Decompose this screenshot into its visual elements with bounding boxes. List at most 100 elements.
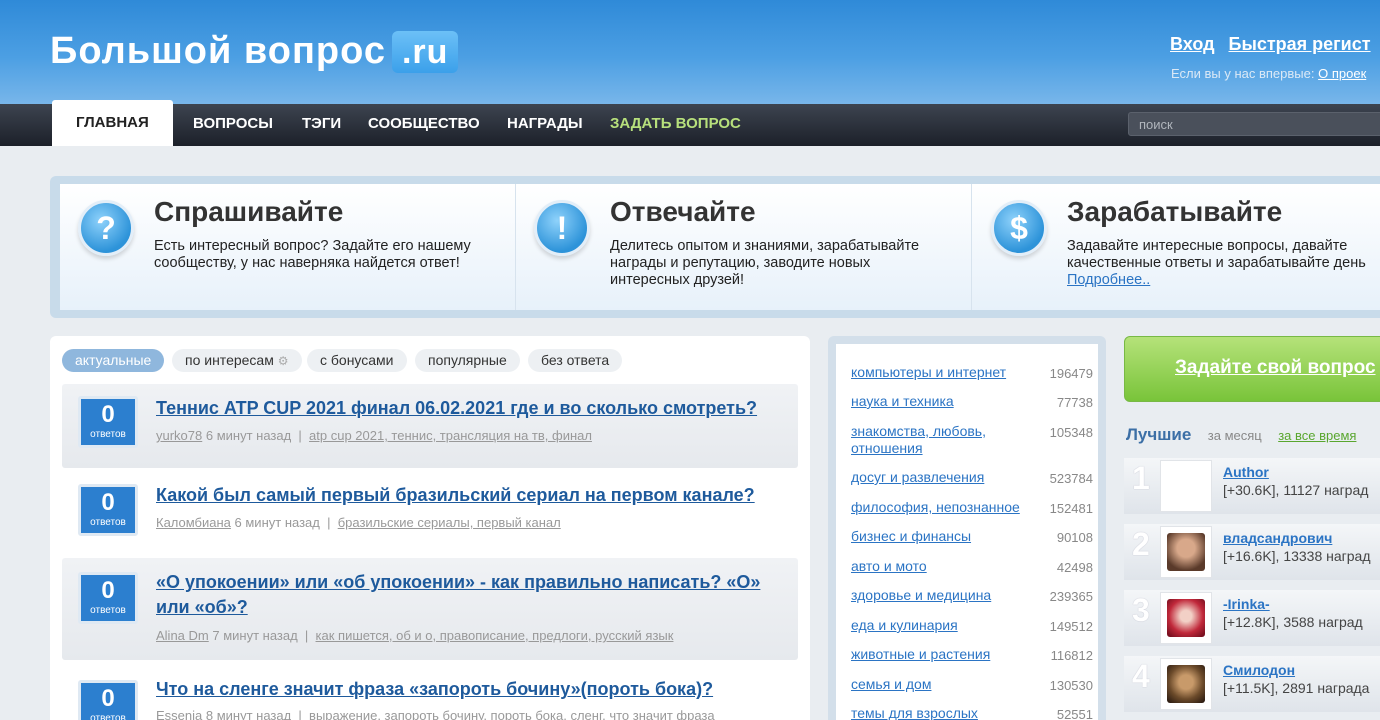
category-item: еда и кулинария 149512 (851, 617, 1093, 634)
category-link[interactable]: здоровье и медицина (851, 587, 991, 604)
nav-ask-question[interactable]: ЗАДАТЬ ВОПРОС (610, 104, 741, 146)
promo-title: Зарабатывайте (1067, 196, 1283, 227)
avatar[interactable] (1160, 592, 1212, 644)
category-count: 196479 (1049, 366, 1093, 381)
question-time: 6 минут назад (234, 515, 320, 530)
about-project-link[interactable]: О проек (1318, 66, 1366, 81)
user-name-link[interactable]: Смилодон (1223, 662, 1295, 678)
nav-awards[interactable]: НАГРАДЫ (507, 104, 583, 146)
category-item: авто и мото 42498 (851, 558, 1093, 575)
answer-count-badge: 0 ответов (78, 680, 138, 720)
category-item: досуг и развлечения 523784 (851, 469, 1093, 486)
category-link[interactable]: авто и мото (851, 558, 927, 575)
question-tags[interactable]: как пишется, об и о, правописание, предл… (316, 628, 674, 643)
author-link[interactable]: Каломбиана (156, 515, 231, 530)
logo-text: Большой вопрос (50, 30, 386, 72)
nav-community[interactable]: СООБЩЕСТВО (368, 104, 480, 146)
promo-text-wrap: Задавайте интересные вопросы, давайте ка… (1067, 238, 1380, 289)
user-stats: [+16.6K], 13338 наград (1223, 548, 1371, 564)
period-all-time[interactable]: за все время (1278, 428, 1356, 443)
question-tags[interactable]: бразильские сериалы, первый канал (338, 515, 561, 530)
category-link[interactable]: наука и техника (851, 393, 954, 410)
question-title-link[interactable]: Какой был самый первый бразильский сериа… (156, 483, 796, 508)
promo-ask: ? Спрашивайте Есть интересный вопрос? За… (60, 184, 516, 310)
promo-banner: ? Спрашивайте Есть интересный вопрос? За… (50, 176, 1380, 318)
avatar-image (1167, 599, 1205, 637)
best-user-card: 4 Смилодон [+11.5K], 2891 награда (1124, 656, 1380, 712)
user-stats: [+30.6K], 11127 наград (1223, 482, 1369, 498)
filter-bonuses[interactable]: с бонусами (307, 349, 407, 372)
question-title-link[interactable]: Теннис ATP CUP 2021 финал 06.02.2021 где… (156, 396, 796, 421)
author-link[interactable]: yurko78 (156, 428, 202, 443)
author-link[interactable]: Alina Dm (156, 628, 209, 643)
question-meta: Essenia 8 минут назад | выражение, запор… (156, 708, 715, 720)
first-visit-note: Если вы у нас впервые: О проек (1171, 66, 1366, 81)
best-user-card: 2 владсандрович [+16.6K], 13338 наград (1124, 524, 1380, 580)
nav-tags[interactable]: ТЭГИ (302, 104, 341, 146)
user-rank: 4 (1132, 658, 1150, 694)
category-count: 105348 (1049, 425, 1093, 440)
filter-unanswered[interactable]: без ответа (528, 349, 623, 372)
category-count: 116812 (1050, 648, 1093, 663)
nav-home[interactable]: ГЛАВНАЯ (52, 100, 173, 146)
filter-interests[interactable]: по интересам ⚙ (172, 349, 302, 372)
category-count: 90108 (1056, 530, 1093, 545)
register-link[interactable]: Быстрая регист (1229, 34, 1371, 54)
category-item: животные и растения 116812 (851, 646, 1093, 663)
nav-questions[interactable]: ВОПРОСЫ (193, 104, 273, 146)
categories-panel: компьютеры и интернет 196479 наука и тех… (828, 336, 1106, 720)
category-item: семья и дом 130530 (851, 676, 1093, 693)
best-title: Лучшие (1126, 425, 1192, 444)
filter-popular[interactable]: популярные (415, 349, 520, 372)
user-name-link[interactable]: владсандрович (1223, 530, 1332, 546)
question-tags[interactable]: atp cup 2021, теннис, трансляция на тв, … (309, 428, 592, 443)
avatar[interactable] (1160, 658, 1212, 710)
answer-label: ответов (90, 517, 126, 528)
filter-label: по интересам (185, 352, 274, 368)
category-count: 239365 (1049, 589, 1093, 604)
user-rank: 1 (1132, 460, 1150, 496)
category-link[interactable]: бизнес и финансы (851, 528, 971, 545)
category-item: темы для взрослых 52551 (851, 705, 1093, 720)
category-link[interactable]: компьютеры и интернет (851, 364, 1006, 381)
category-link[interactable]: философия, непознанное (851, 499, 1020, 516)
user-name-link[interactable]: Author (1223, 464, 1269, 480)
site-logo[interactable]: Большой вопрос .ru (50, 30, 459, 73)
promo-text: Задавайте интересные вопросы, давайте ка… (1067, 238, 1380, 272)
promo-inner: ? Спрашивайте Есть интересный вопрос? За… (60, 184, 1380, 310)
category-link[interactable]: досуг и развлечения (851, 469, 984, 486)
filter-actual[interactable]: актуальные (62, 349, 165, 372)
period-month[interactable]: за месяц (1208, 428, 1262, 443)
ask-question-button[interactable]: Задайте свой вопрос (1124, 336, 1380, 402)
question-time: 7 минут назад (212, 628, 298, 643)
avatar[interactable] (1160, 526, 1212, 578)
category-link[interactable]: знакомства, любовь, отношения (851, 423, 1011, 457)
author-link[interactable]: Essenia (156, 708, 202, 720)
promo-title: Спрашивайте (154, 196, 344, 227)
question-tags[interactable]: выражение, запороть бочину, пороть бока,… (309, 708, 715, 720)
avatar[interactable] (1160, 460, 1212, 512)
search-input[interactable]: поиск (1128, 112, 1380, 136)
question-row: 0 ответов Какой был самый первый бразиль… (62, 472, 798, 554)
user-name-link[interactable]: -Irinka- (1223, 596, 1270, 612)
best-user-card: 1 Author [+30.6K], 11127 наград (1124, 458, 1380, 514)
user-rank: 2 (1132, 526, 1150, 562)
answer-label: ответов (90, 429, 126, 440)
category-link[interactable]: семья и дом (851, 676, 931, 693)
question-title-link[interactable]: «О упокоении» или «об упокоении» - как п… (156, 570, 796, 620)
category-item: знакомства, любовь, отношения 105348 (851, 423, 1093, 457)
user-stats: [+12.8K], 3588 наград (1223, 614, 1363, 630)
auth-links: Вход Быстрая регист (1170, 34, 1380, 55)
question-meta: Alina Dm 7 минут назад | как пишется, об… (156, 628, 674, 643)
category-link[interactable]: еда и кулинария (851, 617, 958, 634)
category-link[interactable]: животные и растения (851, 646, 990, 663)
answer-count: 0 (101, 489, 115, 516)
category-link[interactable]: темы для взрослых (851, 705, 978, 720)
category-item: наука и техника 77738 (851, 393, 1093, 410)
more-link[interactable]: Подробнее.. (1067, 272, 1150, 288)
login-link[interactable]: Вход (1170, 34, 1215, 54)
category-item: бизнес и финансы 90108 (851, 528, 1093, 545)
question-title-link[interactable]: Что на сленге значит фраза «запороть боч… (156, 677, 796, 702)
promo-answer: ! Отвечайте Делитесь опытом и знаниями, … (516, 184, 972, 310)
category-count: 130530 (1049, 678, 1093, 693)
